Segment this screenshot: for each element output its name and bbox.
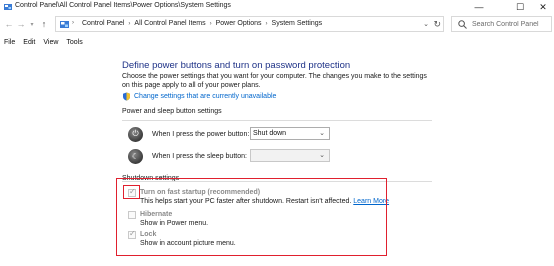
power-button-label: When I press the power button: xyxy=(152,130,250,138)
power-button-select[interactable]: Shut down ⌄ xyxy=(250,127,330,140)
content-pane: Define power buttons and turn on passwor… xyxy=(0,50,554,266)
up-arrow-icon[interactable]: ↑ xyxy=(38,18,50,30)
chevron-down-icon[interactable]: ▾ xyxy=(26,18,38,30)
page-title: Define power buttons and turn on passwor… xyxy=(122,60,351,71)
menu-tools[interactable]: Tools xyxy=(62,37,86,49)
sleep-button-select[interactable]: ⌄ xyxy=(250,149,330,162)
menu-file[interactable]: File xyxy=(0,37,19,49)
power-button-row: ⏻ When I press the power button: Shut do… xyxy=(128,126,330,142)
power-button-value: Shut down xyxy=(253,130,287,137)
crumb-all-items[interactable]: All Control Panel Items xyxy=(134,20,205,27)
refresh-icon[interactable]: ↻ xyxy=(433,19,441,30)
address-row: ← → ▾ ↑ › Control Panel › All Control Pa… xyxy=(0,14,554,34)
menu-view[interactable]: View xyxy=(39,37,62,49)
power-sleep-section-title: Power and sleep button settings xyxy=(122,108,222,115)
crumb-separator: › xyxy=(128,20,131,27)
crumb-system-settings[interactable]: System Settings xyxy=(272,20,323,27)
shield-icon xyxy=(123,92,130,101)
admin-link-row: Change settings that are currently unava… xyxy=(122,92,276,101)
change-settings-link[interactable]: Change settings that are currently unava… xyxy=(134,93,276,100)
search-box[interactable] xyxy=(451,16,552,32)
crumb-control-panel[interactable]: Control Panel xyxy=(82,20,124,27)
title-bar: Control Panel\All Control Panel Items\Po… xyxy=(0,0,554,14)
section-divider xyxy=(122,120,432,121)
moon-icon: ☾ xyxy=(128,148,143,164)
address-dropdown-icon[interactable]: ⌄ xyxy=(423,20,429,28)
window-title: Control Panel\All Control Panel Items\Po… xyxy=(15,2,231,9)
control-panel-icon xyxy=(4,4,12,10)
crumb-power-options[interactable]: Power Options xyxy=(216,20,262,27)
shutdown-highlight-box xyxy=(116,178,387,256)
power-icon: ⏻ xyxy=(128,126,143,142)
search-icon xyxy=(458,20,467,29)
search-input[interactable] xyxy=(472,18,550,30)
page-description: Choose the power settings that you want … xyxy=(122,73,427,89)
crumb-separator: › xyxy=(209,20,212,27)
crumb-separator: › xyxy=(265,20,268,27)
menu-bar: File Edit View Tools xyxy=(0,37,87,49)
address-bar[interactable]: › Control Panel › All Control Panel Item… xyxy=(55,16,444,32)
chevron-down-icon: ⌄ xyxy=(319,130,325,137)
crumb-separator: › xyxy=(72,20,74,26)
breadcrumb: Control Panel › All Control Panel Items … xyxy=(82,20,322,27)
chevron-down-icon: ⌄ xyxy=(319,152,325,159)
fast-startup-highlight-box xyxy=(123,185,140,199)
sleep-button-row: ☾ When I press the sleep button: ⌄ xyxy=(128,148,330,164)
sleep-button-label: When I press the sleep button: xyxy=(152,152,247,160)
back-arrow-icon[interactable]: ← xyxy=(3,18,15,30)
menu-edit[interactable]: Edit xyxy=(19,37,39,49)
minimize-button[interactable]: — xyxy=(468,0,490,14)
control-panel-icon xyxy=(60,21,69,28)
close-button[interactable]: ✕ xyxy=(532,0,554,14)
maximize-button[interactable]: ☐ xyxy=(509,0,531,14)
